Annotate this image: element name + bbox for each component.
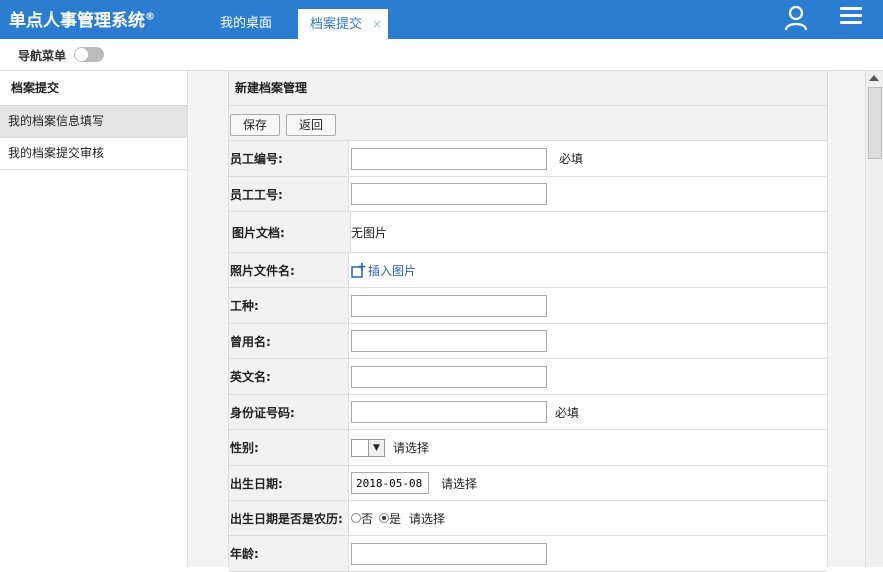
form-title: 新建档案管理: [229, 71, 827, 106]
job-type-label: 工种:: [229, 288, 349, 323]
english-name-input[interactable]: [351, 365, 547, 388]
close-icon[interactable]: ×: [372, 17, 382, 31]
id-number-label: 身份证号码:: [229, 395, 349, 429]
employee-no-label: 员工编号:: [229, 141, 349, 176]
lunar-no-radio[interactable]: [351, 513, 361, 523]
lunar-birth-label: 出生日期是否是农历:: [229, 501, 349, 535]
tab-my-desktop[interactable]: 我的桌面: [208, 9, 284, 39]
row-photo-file: 照片文件名: 插入图片: [229, 253, 827, 288]
sidebar-title: 档案提交: [0, 71, 187, 106]
sidebar-item-fill-info[interactable]: 我的档案信息填写: [0, 106, 187, 138]
gender-select[interactable]: ▼: [351, 438, 385, 457]
row-gender: 性别: ▼ 请选择: [229, 430, 827, 466]
nav-bar: 导航菜单: [0, 39, 883, 71]
please-select-note: 请选择: [393, 441, 430, 455]
archive-form: 新建档案管理 保存 返回 员工编号: 必填 员工工号: 图片文档: 无图片 照片…: [228, 71, 828, 572]
row-former-name: 曾用名:: [229, 324, 827, 359]
age-input[interactable]: [351, 542, 547, 565]
job-type-input[interactable]: [351, 294, 547, 317]
employee-id-input[interactable]: [351, 183, 547, 205]
app-title: 单点人事管理系统®: [9, 11, 155, 31]
row-photo-doc: 图片文档: 无图片: [229, 212, 827, 253]
gender-label: 性别:: [229, 430, 349, 465]
tab-archive-submit[interactable]: 档案提交 ×: [298, 9, 388, 39]
birth-date-label: 出生日期:: [229, 466, 349, 500]
vertical-scrollbar[interactable]: [865, 71, 883, 567]
age-label: 年龄:: [229, 536, 349, 571]
lunar-yes-label: 是: [389, 511, 402, 526]
english-name-label: 英文名:: [229, 359, 349, 394]
former-name-label: 曾用名:: [229, 324, 349, 358]
top-header: 单点人事管理系统® 我的桌面 档案提交 ×: [0, 0, 883, 39]
scroll-thumb[interactable]: [868, 87, 882, 159]
sidebar: 档案提交 我的档案信息填写 我的档案提交审核: [0, 71, 188, 567]
row-id-number: 身份证号码: 必填: [229, 395, 827, 430]
please-select-note: 请选择: [409, 511, 446, 526]
photo-doc-label: 图片文档:: [229, 212, 351, 252]
insert-image-icon: [351, 262, 366, 278]
lunar-no-label: 否: [361, 511, 374, 526]
save-button[interactable]: 保存: [230, 114, 280, 136]
required-note: 必填: [555, 405, 580, 420]
row-employee-id: 员工工号:: [229, 177, 827, 212]
former-name-input[interactable]: [351, 330, 547, 352]
chevron-down-icon: ▼: [368, 439, 384, 456]
user-icon[interactable]: [784, 5, 808, 31]
nav-menu-toggle[interactable]: [74, 47, 104, 62]
row-lunar-birth: 出生日期是否是农历: 否 是 请选择: [229, 501, 827, 536]
row-employee-no: 员工编号: 必填: [229, 141, 827, 177]
row-job-type: 工种:: [229, 288, 827, 324]
birth-date-input[interactable]: [351, 472, 429, 494]
photo-file-label: 照片文件名:: [229, 253, 349, 287]
menu-icon[interactable]: [840, 7, 862, 25]
row-birth-date: 出生日期: 请选择: [229, 466, 827, 501]
no-photo-text: 无图片: [351, 225, 388, 240]
employee-id-label: 员工工号:: [229, 177, 349, 211]
row-english-name: 英文名:: [229, 359, 827, 395]
sidebar-item-submit-review[interactable]: 我的档案提交审核: [0, 138, 187, 170]
scroll-up-icon[interactable]: [869, 75, 879, 81]
content-area: 新建档案管理 保存 返回 员工编号: 必填 员工工号: 图片文档: 无图片 照片…: [188, 71, 865, 572]
insert-image-link[interactable]: 插入图片: [351, 262, 416, 279]
form-toolbar: 保存 返回: [229, 106, 827, 141]
back-button[interactable]: 返回: [286, 114, 336, 136]
nav-menu-label: 导航菜单: [18, 49, 67, 63]
lunar-yes-radio[interactable]: [379, 513, 390, 523]
employee-no-input[interactable]: [351, 147, 547, 170]
id-number-input[interactable]: [351, 401, 547, 423]
required-note: 必填: [559, 152, 584, 166]
please-select-note: 请选择: [441, 476, 478, 491]
